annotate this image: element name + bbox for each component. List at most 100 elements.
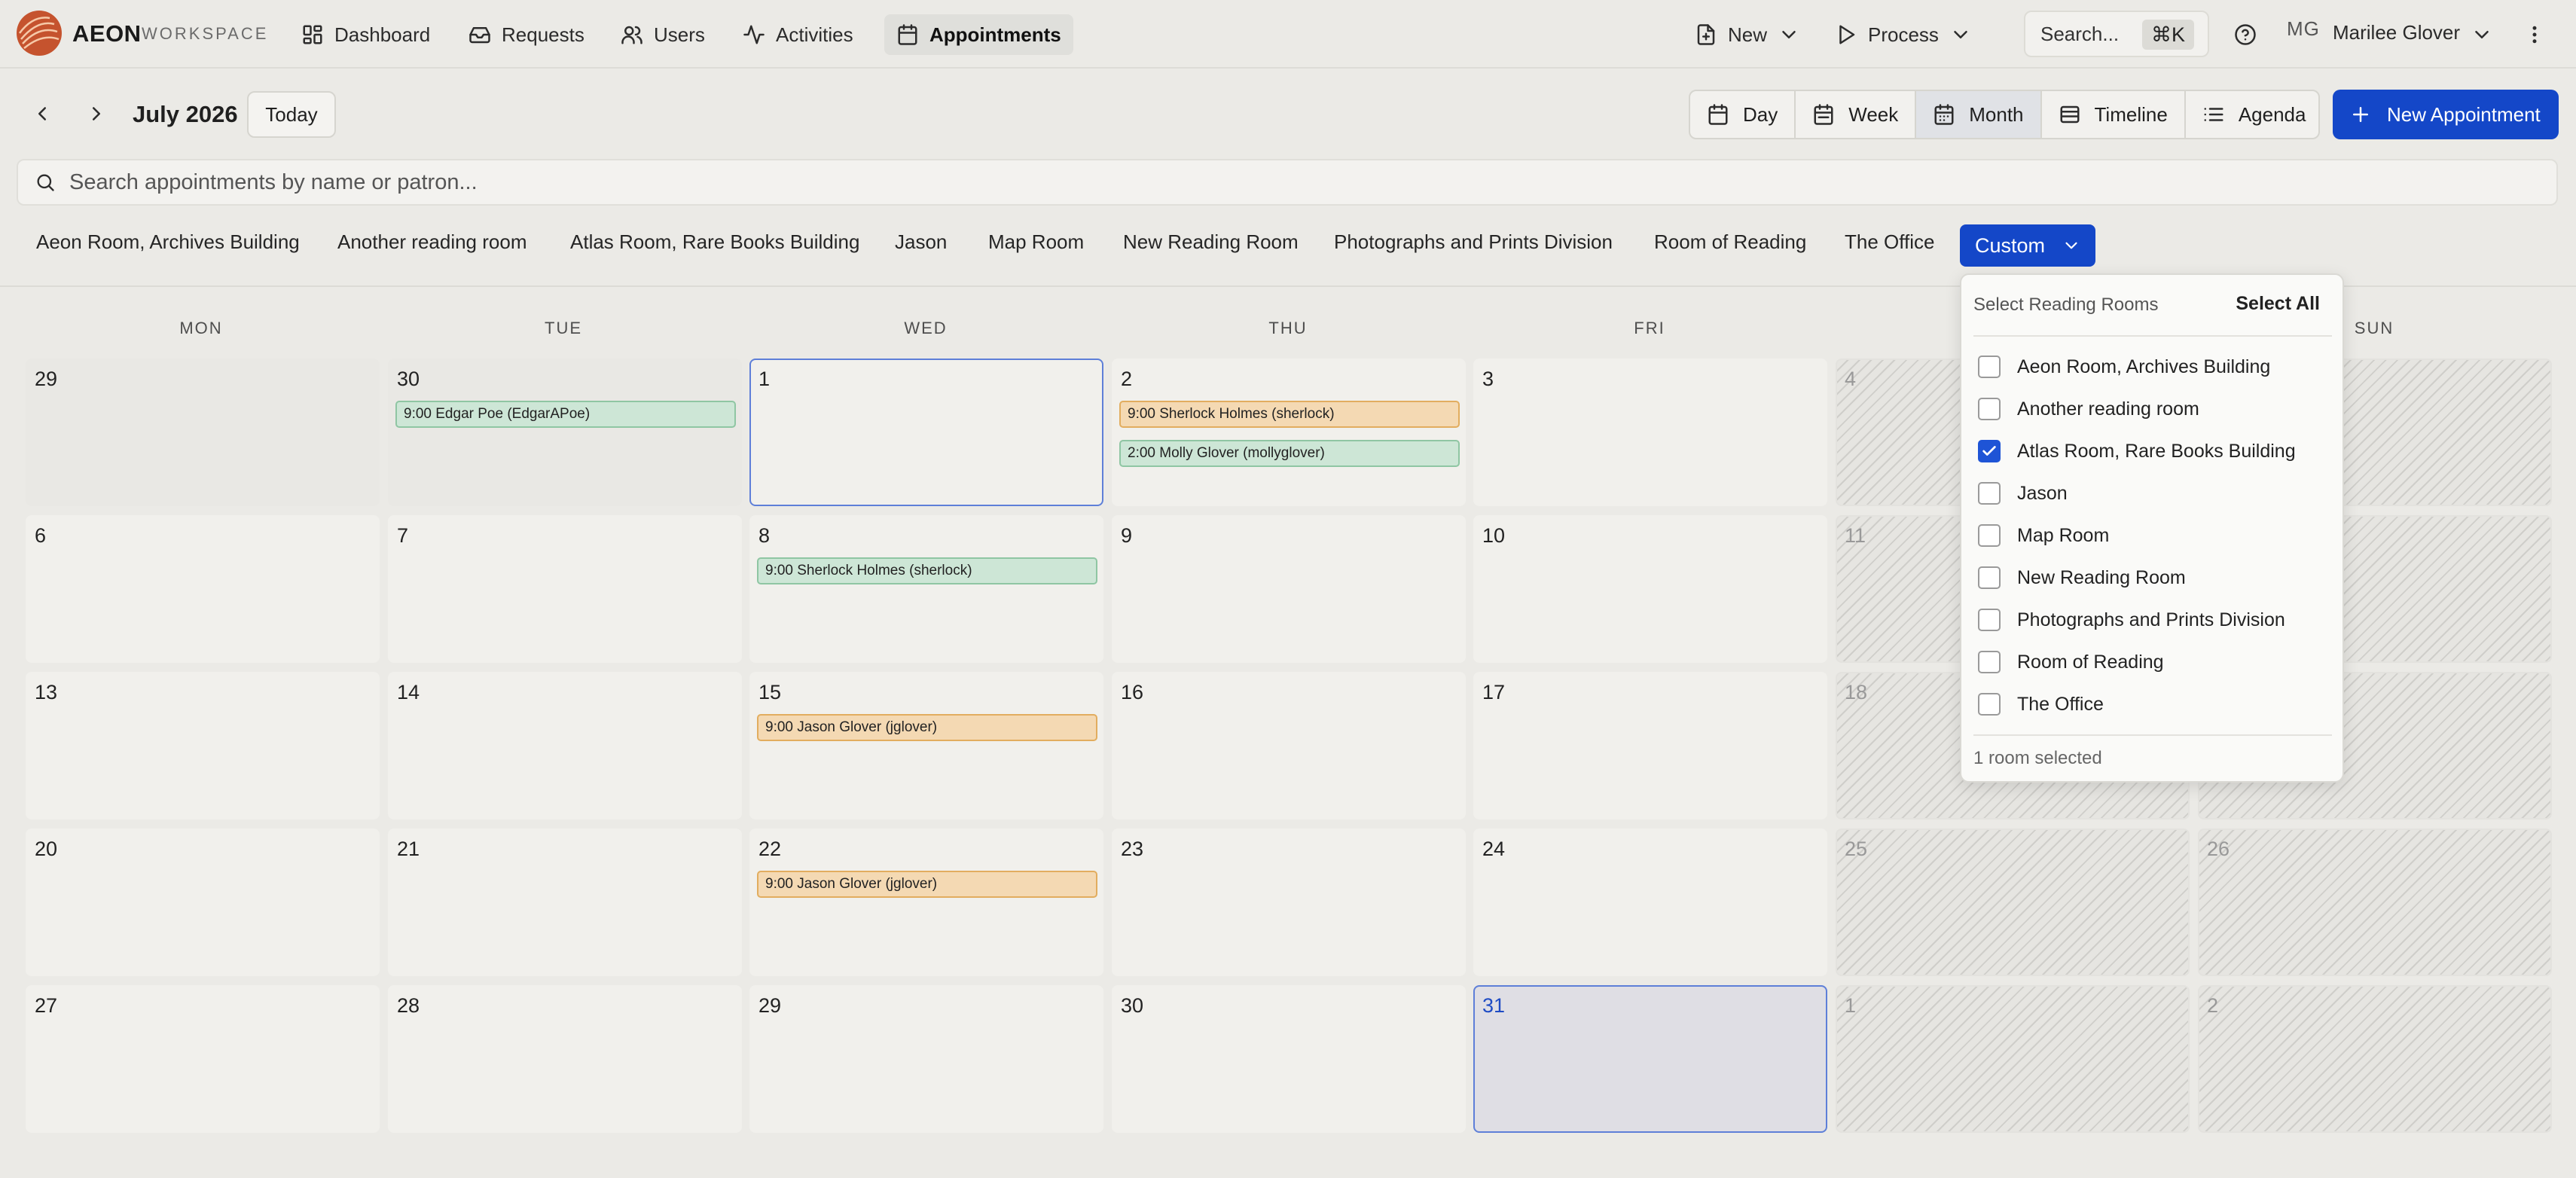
day-cell[interactable]: 22 9:00 Jason Glover (jglover) — [749, 829, 1103, 976]
day-cell[interactable]: 17 — [1473, 672, 1827, 819]
day-cell[interactable]: 3 — [1473, 359, 1827, 506]
day-cell[interactable]: 29 — [26, 359, 380, 506]
room-option[interactable]: Another reading room — [1978, 394, 2199, 424]
day-cell[interactable]: 1 — [1836, 985, 2190, 1133]
avatar[interactable]: MG — [2287, 17, 2320, 41]
view-week-button[interactable]: Week — [1796, 91, 1917, 138]
custom-filter-button[interactable]: Custom — [1960, 224, 2095, 267]
day-cell[interactable]: 30 — [1112, 985, 1466, 1133]
filter-map-room[interactable]: Map Room — [988, 230, 1084, 254]
room-checkbox[interactable] — [1978, 482, 2001, 505]
room-checkbox[interactable] — [1978, 524, 2001, 547]
nav-dashboard[interactable]: Dashboard — [289, 14, 442, 55]
appointment-search-input[interactable]: Search appointments by name or patron... — [17, 159, 2558, 206]
room-checkbox-checked[interactable] — [1978, 440, 2001, 462]
filter-new-reading-room[interactable]: New Reading Room — [1123, 230, 1299, 254]
room-option[interactable]: New Reading Room — [1978, 563, 2186, 593]
next-month-button[interactable] — [81, 99, 111, 129]
room-checkbox[interactable] — [1978, 398, 2001, 420]
day-cell[interactable]: 26 — [2198, 829, 2552, 976]
day-cell[interactable]: 14 — [388, 672, 742, 819]
timeline-icon — [2059, 103, 2081, 126]
nav-appointments[interactable]: Appointments — [884, 14, 1073, 55]
day-cell[interactable]: 29 — [749, 985, 1103, 1133]
room-option[interactable]: Map Room — [1978, 520, 2109, 551]
filter-the-office[interactable]: The Office — [1845, 230, 1934, 254]
room-checkbox[interactable] — [1978, 566, 2001, 589]
filter-aeon-room[interactable]: Aeon Room, Archives Building — [36, 230, 300, 254]
room-option[interactable]: Photographs and Prints Division — [1978, 605, 2285, 635]
filter-photographs-prints[interactable]: Photographs and Prints Division — [1334, 230, 1613, 254]
filter-jason[interactable]: Jason — [895, 230, 947, 254]
day-cell[interactable]: 25 — [1836, 829, 2190, 976]
day-cell[interactable]: 24 — [1473, 829, 1827, 976]
selection-count: 1 room selected — [1973, 748, 2102, 768]
filter-room-of-reading[interactable]: Room of Reading — [1654, 230, 1806, 254]
room-checkbox[interactable] — [1978, 693, 2001, 716]
search-icon — [35, 172, 56, 193]
today-button[interactable]: Today — [247, 91, 336, 138]
room-option[interactable]: Aeon Room, Archives Building — [1978, 352, 2270, 382]
filter-atlas-room[interactable]: Atlas Room, Rare Books Building — [570, 230, 859, 254]
filter-another-reading-room[interactable]: Another reading room — [337, 230, 526, 254]
process-menu-button[interactable]: Process — [1835, 14, 1972, 55]
help-button[interactable] — [2234, 14, 2257, 55]
weekday-tue: TUE — [545, 319, 582, 337]
view-month-button[interactable]: Month — [1916, 91, 2042, 138]
day-cell[interactable]: 27 — [26, 985, 380, 1133]
new-menu-button[interactable]: New — [1695, 14, 1800, 55]
aeon-logo[interactable] — [17, 11, 62, 56]
file-plus-icon — [1695, 23, 1717, 46]
day-number: 11 — [1845, 524, 1866, 547]
day-cell[interactable]: 30 9:00 Edgar Poe (EdgarAPoe) — [388, 359, 742, 506]
appointment-event[interactable]: 9:00 Jason Glover (jglover) — [757, 714, 1097, 741]
day-cell[interactable]: 6 — [26, 515, 380, 663]
appointment-event[interactable]: 9:00 Sherlock Holmes (sherlock) — [1119, 401, 1460, 428]
view-agenda-button[interactable]: Agenda — [2186, 91, 2323, 138]
day-cell[interactable]: 28 — [388, 985, 742, 1133]
day-cell[interactable]: 20 — [26, 829, 380, 976]
nav-activities[interactable]: Activities — [731, 14, 865, 55]
day-cell[interactable]: 21 — [388, 829, 742, 976]
chevron-left-icon — [31, 102, 53, 125]
day-cell-selected[interactable]: 31 — [1473, 985, 1827, 1133]
room-option[interactable]: Jason — [1978, 478, 2068, 508]
prev-month-button[interactable] — [27, 99, 57, 129]
more-options-button[interactable] — [2523, 14, 2546, 55]
appointment-event[interactable]: 9:00 Edgar Poe (EdgarAPoe) — [395, 401, 736, 428]
day-cell[interactable]: 13 — [26, 672, 380, 819]
day-cell[interactable]: 7 — [388, 515, 742, 663]
nav-activities-label: Activities — [776, 23, 853, 46]
user-menu-button[interactable] — [2471, 14, 2493, 55]
day-number: 30 — [1121, 994, 1144, 1017]
global-search-button[interactable]: Search... ⌘K — [2024, 11, 2209, 57]
calendar-week-icon — [1812, 103, 1835, 126]
day-cell[interactable]: 9 — [1112, 515, 1466, 663]
day-cell[interactable]: 16 — [1112, 672, 1466, 819]
room-checkbox[interactable] — [1978, 651, 2001, 673]
day-cell[interactable]: 2 — [2198, 985, 2552, 1133]
new-appointment-button[interactable]: New Appointment — [2333, 90, 2559, 139]
room-option[interactable]: Room of Reading — [1978, 647, 2164, 677]
weekday-wed: WED — [904, 319, 948, 337]
day-number: 6 — [35, 524, 47, 547]
nav-users[interactable]: Users — [609, 14, 717, 55]
view-day-button[interactable]: Day — [1690, 91, 1796, 138]
room-checkbox[interactable] — [1978, 356, 2001, 378]
day-cell[interactable]: 2 9:00 Sherlock Holmes (sherlock) 2:00 M… — [1112, 359, 1466, 506]
room-option[interactable]: Atlas Room, Rare Books Building — [1978, 436, 2296, 466]
user-name[interactable]: Marilee Glover — [2333, 21, 2460, 44]
room-checkbox[interactable] — [1978, 609, 2001, 631]
view-timeline-button[interactable]: Timeline — [2042, 91, 2186, 138]
day-cell[interactable]: 10 — [1473, 515, 1827, 663]
select-all-button[interactable]: Select All — [2236, 293, 2320, 315]
appointment-event[interactable]: 9:00 Sherlock Holmes (sherlock) — [757, 557, 1097, 584]
day-cell[interactable]: 15 9:00 Jason Glover (jglover) — [749, 672, 1103, 819]
day-cell[interactable]: 8 9:00 Sherlock Holmes (sherlock) — [749, 515, 1103, 663]
appointment-event[interactable]: 2:00 Molly Glover (mollyglover) — [1119, 440, 1460, 467]
day-cell[interactable]: 23 — [1112, 829, 1466, 976]
room-option[interactable]: The Office — [1978, 689, 2104, 719]
day-cell[interactable]: 1 — [749, 359, 1103, 506]
appointment-event[interactable]: 9:00 Jason Glover (jglover) — [757, 871, 1097, 898]
nav-requests[interactable]: Requests — [456, 14, 597, 55]
